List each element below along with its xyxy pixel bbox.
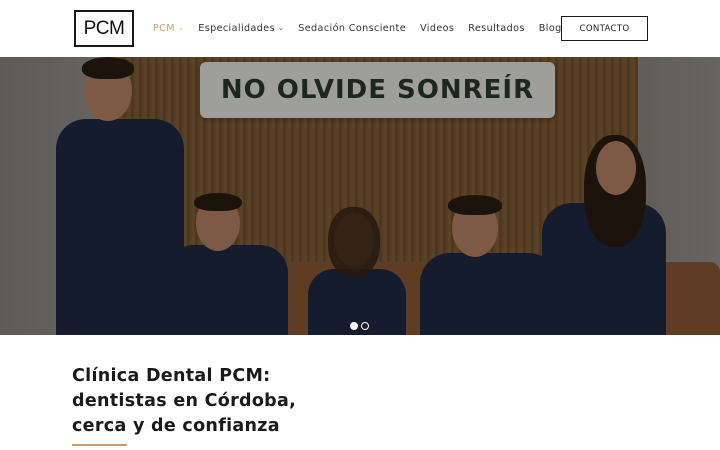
headline-line: dentistas en Córdoba,: [72, 391, 297, 411]
logo[interactable]: PCM: [74, 10, 134, 47]
headline-line: cerca y de confianza: [72, 416, 280, 436]
nav-item-label: PCM: [153, 23, 175, 34]
nav-item-sedacion[interactable]: Sedación Consciente: [298, 23, 406, 34]
chevron-down-icon: ⌄: [278, 24, 285, 32]
nav-item-blog[interactable]: Blog: [539, 23, 562, 34]
nav-item-resultados[interactable]: Resultados: [468, 23, 524, 34]
nav-item-label: Resultados: [468, 23, 525, 34]
nav-item-videos[interactable]: Videos: [420, 23, 454, 34]
nav-item-label: Videos: [420, 23, 455, 34]
nav-item-especialidades[interactable]: Especialidades ⌄: [198, 23, 284, 34]
nav-item-label: Blog: [538, 23, 562, 34]
nav-item-pcm[interactable]: PCM ⌄: [153, 23, 184, 34]
page-headline: Clínica Dental PCM: dentistas en Córdoba…: [72, 364, 332, 439]
headline-divider: [72, 444, 127, 446]
hero-dark-overlay: [0, 57, 720, 335]
chevron-down-icon: ⌄: [177, 24, 185, 32]
headline-line: Clínica Dental PCM:: [72, 366, 271, 386]
slider-dot-2[interactable]: [361, 322, 369, 330]
nav-item-label: Especialidades: [198, 23, 275, 34]
contact-button[interactable]: CONTACTO: [561, 16, 648, 41]
hero-slider: NO OLVIDE SONREÍR: [0, 57, 720, 335]
slider-pagination: [350, 322, 369, 330]
slider-dot-1[interactable]: [350, 322, 358, 330]
site-header: PCM PCM ⌄ Especialidades ⌄ Sedación Cons…: [0, 0, 720, 57]
nav-item-label: Sedación Consciente: [298, 23, 407, 34]
main-nav: PCM ⌄ Especialidades ⌄ Sedación Conscien…: [153, 0, 576, 57]
